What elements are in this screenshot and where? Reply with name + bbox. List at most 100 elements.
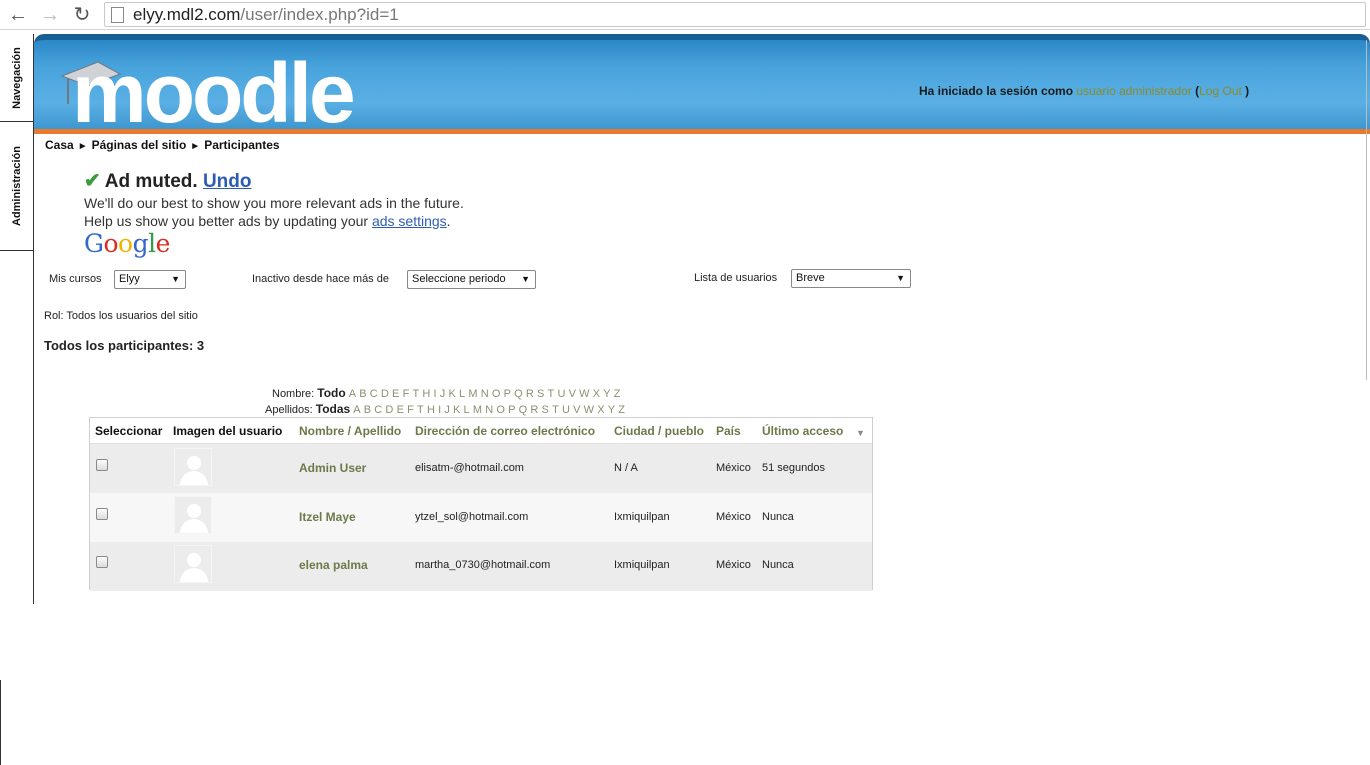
firstname-all-link[interactable]: Todo (317, 386, 345, 400)
initial-letter-link[interactable]: R (530, 404, 538, 416)
initial-letter-link[interactable]: J (444, 404, 450, 416)
ad-line-2: Help us show you better ads by updating … (84, 213, 464, 229)
initial-letter-link[interactable]: X (593, 388, 600, 400)
initial-letter-link[interactable]: C (370, 388, 378, 400)
initial-letter-link[interactable]: T (417, 404, 424, 416)
breadcrumb-site-pages[interactable]: Páginas del sitio (92, 138, 187, 152)
initial-letter-link[interactable]: J (440, 388, 446, 400)
initial-letter-link[interactable]: T (412, 388, 419, 400)
initial-letter-link[interactable]: Q (519, 404, 528, 416)
user-email: martha_0730@hotmail.com (415, 559, 551, 571)
initial-letter-link[interactable]: W (579, 388, 589, 400)
dock-tab-administration[interactable]: Administración (0, 122, 34, 251)
initial-letter-link[interactable]: Q (514, 388, 523, 400)
ads-settings-link[interactable]: ads settings (372, 213, 447, 229)
courses-select[interactable]: Elyy ▼ (114, 270, 186, 289)
address-bar[interactable]: elyy.mdl2.com/user/index.php?id=1 (104, 2, 1366, 27)
col-email-sort[interactable]: Dirección de correo electrónico (415, 424, 595, 438)
initial-letter-link[interactable]: P (508, 404, 515, 416)
user-country: México (716, 559, 751, 571)
scrollbar-track[interactable] (1366, 40, 1367, 380)
initial-letter-link[interactable]: A (353, 404, 360, 416)
user-name-link[interactable]: elena palma (299, 558, 368, 572)
initial-letter-link[interactable]: P (504, 388, 511, 400)
initial-letter-link[interactable]: M (473, 404, 482, 416)
initial-letter-link[interactable]: X (597, 404, 604, 416)
initial-letter-link[interactable]: I (438, 404, 441, 416)
initial-letter-link[interactable]: O (496, 404, 505, 416)
dock-tab-navigation[interactable]: Navegación (0, 34, 34, 122)
forward-arrow-icon[interactable]: → (38, 3, 62, 27)
initial-letter-link[interactable]: D (381, 388, 389, 400)
initial-letter-link[interactable]: S (542, 404, 549, 416)
user-list-label: Lista de usuarios (694, 272, 778, 284)
google-logo: Google (84, 229, 170, 258)
user-name-link[interactable]: Admin User (299, 461, 366, 475)
initial-letter-link[interactable]: T (548, 388, 555, 400)
col-name-sort[interactable]: Nombre / Apellido (299, 424, 401, 438)
initial-letter-link[interactable]: W (584, 404, 594, 416)
initial-letter-link[interactable]: T (552, 404, 559, 416)
initial-letter-link[interactable]: Y (608, 404, 615, 416)
initial-letter-link[interactable]: L (459, 388, 465, 400)
initial-letter-link[interactable]: N (481, 388, 489, 400)
initial-letter-link[interactable]: F (403, 388, 410, 400)
user-avatar[interactable] (174, 545, 212, 583)
initial-letter-link[interactable]: B (359, 388, 366, 400)
row-checkbox[interactable] (96, 508, 108, 520)
initial-letter-link[interactable]: Y (603, 388, 610, 400)
initial-letter-link[interactable]: R (526, 388, 534, 400)
initial-letter-link[interactable]: I (434, 388, 437, 400)
participants-table: Seleccionar Imagen del usuario Nombre / … (89, 417, 873, 591)
initial-letter-link[interactable]: D (385, 404, 393, 416)
col-city-sort[interactable]: Ciudad / pueblo (614, 424, 704, 438)
svg-text:moodle: moodle (72, 46, 353, 128)
avatar-body (180, 568, 208, 582)
initial-letter-link[interactable]: M (468, 388, 477, 400)
initial-letter-link[interactable]: B (364, 404, 371, 416)
col-lastaccess-sort[interactable]: Último acceso (762, 424, 843, 438)
back-arrow-icon[interactable]: ← (6, 3, 30, 27)
initial-letter-link[interactable]: H (427, 404, 435, 416)
initial-letter-link[interactable]: O (492, 388, 501, 400)
inactive-select[interactable]: Seleccione periodo ▼ (407, 270, 536, 289)
user-lastaccess: Nunca (762, 511, 794, 523)
initial-letter-link[interactable]: V (569, 388, 576, 400)
user-list-select[interactable]: Breve ▼ (791, 269, 911, 288)
role-text: Rol: Todos los usuarios del sitio (44, 310, 198, 322)
user-profile-link[interactable]: usuario administrador (1076, 84, 1191, 98)
firstname-initials-bar: Nombre: Todo A B C D E F T H I J K L M N O P Q R S T U V W X Y Z (272, 386, 624, 400)
user-avatar[interactable] (174, 496, 212, 534)
initial-letter-link[interactable]: L (464, 404, 470, 416)
initial-letter-link[interactable]: Z (614, 388, 621, 400)
moodle-logo[interactable]: moodle (58, 46, 378, 128)
initial-letter-link[interactable]: S (537, 388, 544, 400)
initial-letter-link[interactable]: N (485, 404, 493, 416)
user-name-link[interactable]: Itzel Maye (299, 510, 356, 524)
avatar-head (187, 456, 201, 470)
logout-paren-close: ) (1245, 84, 1250, 98)
initial-letter-link[interactable]: F (407, 404, 414, 416)
initial-letter-link[interactable]: K (453, 404, 460, 416)
user-country: México (716, 511, 751, 523)
col-country-sort[interactable]: País (716, 424, 741, 438)
row-checkbox[interactable] (96, 556, 108, 568)
reload-icon[interactable]: ↻ (70, 3, 94, 27)
initial-letter-link[interactable]: K (448, 388, 455, 400)
undo-link[interactable]: Undo (203, 171, 252, 192)
initial-letter-link[interactable]: U (562, 404, 570, 416)
logout-link[interactable]: Log Out (1199, 84, 1242, 98)
row-checkbox[interactable] (96, 459, 108, 471)
breadcrumb-home[interactable]: Casa (45, 138, 74, 152)
initial-letter-link[interactable]: Z (618, 404, 625, 416)
check-icon: ✔ (84, 170, 101, 192)
initial-letter-link[interactable]: H (422, 388, 430, 400)
initial-letter-link[interactable]: C (374, 404, 382, 416)
user-avatar[interactable] (174, 448, 212, 486)
initial-letter-link[interactable]: E (392, 388, 399, 400)
lastname-all-link[interactable]: Todas (316, 402, 350, 416)
initial-letter-link[interactable]: U (557, 388, 565, 400)
initial-letter-link[interactable]: V (573, 404, 580, 416)
initial-letter-link[interactable]: E (397, 404, 404, 416)
initial-letter-link[interactable]: A (349, 388, 356, 400)
